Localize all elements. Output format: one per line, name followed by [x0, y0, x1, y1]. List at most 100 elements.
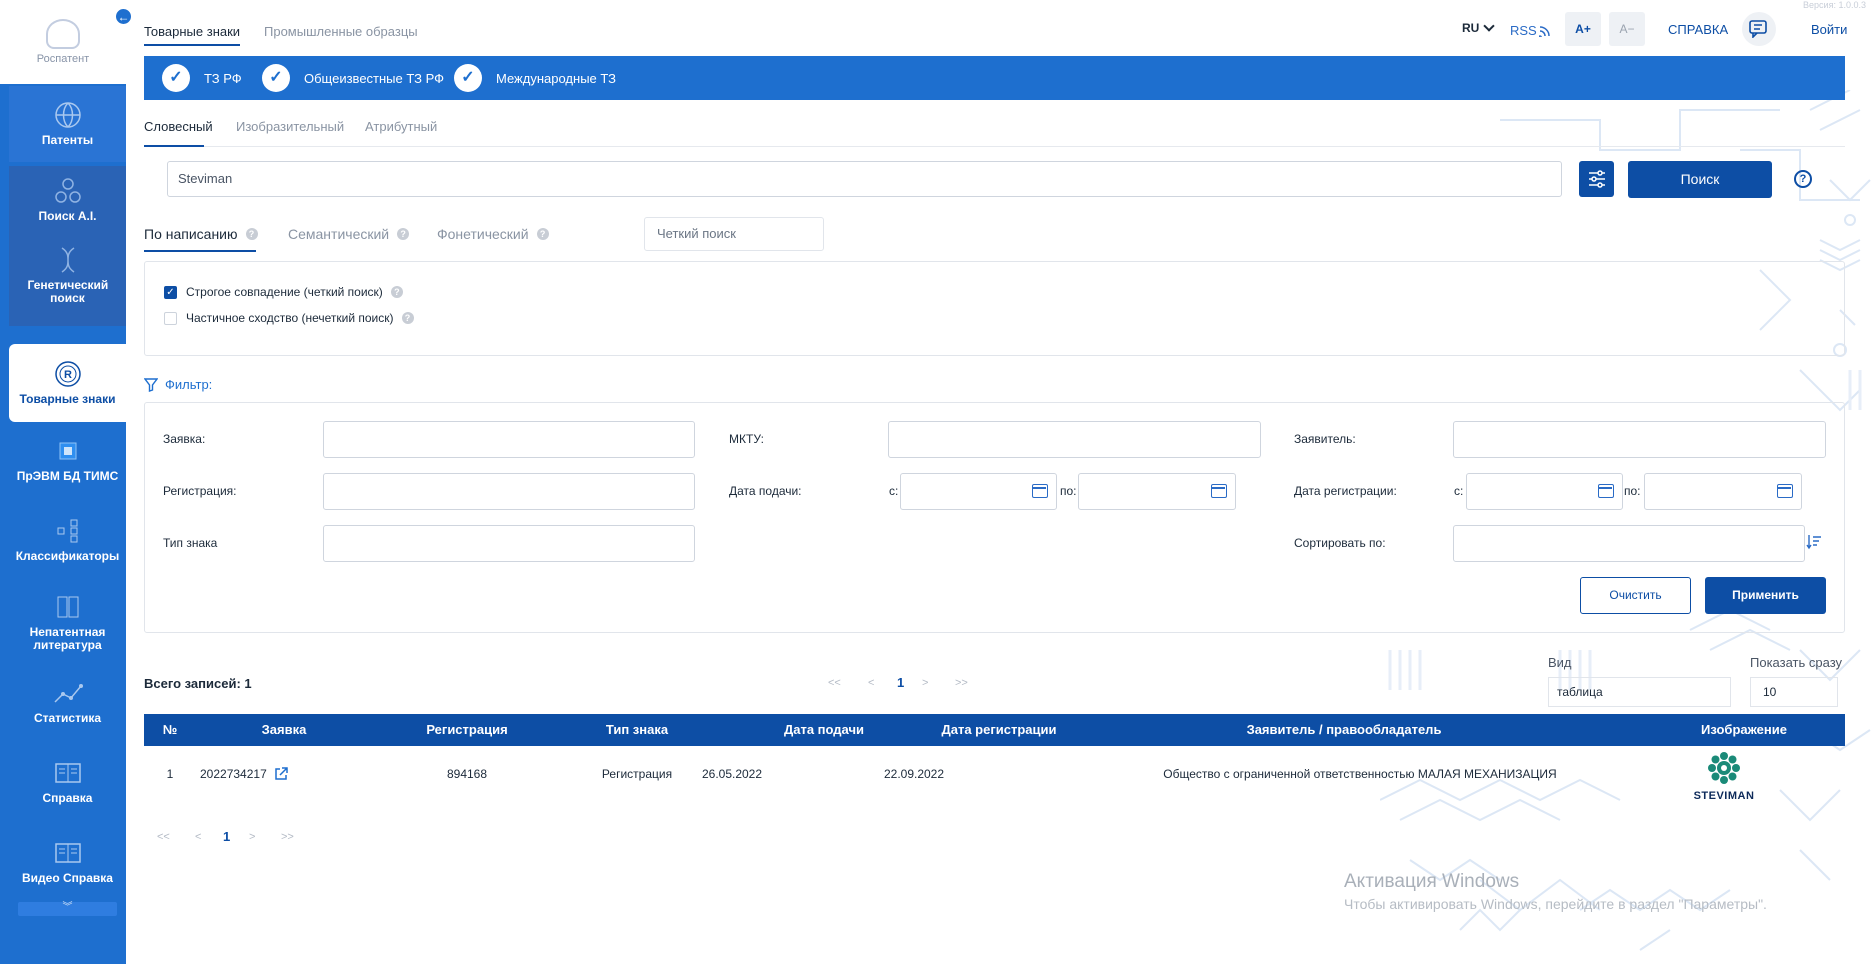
- label-sort-by: Сортировать по:: [1294, 536, 1386, 550]
- pager-current[interactable]: 1: [897, 675, 904, 690]
- col-owner[interactable]: Заявитель / правообладатель: [1194, 714, 1494, 746]
- calendar-icon[interactable]: [1777, 484, 1793, 498]
- cell-application[interactable]: 2022734217: [200, 767, 288, 781]
- db-tab-international[interactable]: ✓ Международные ТЗ: [454, 64, 616, 92]
- sidebar-item-label: Патенты: [41, 132, 94, 147]
- tab-verbal[interactable]: Словесный: [144, 119, 213, 134]
- info-icon[interactable]: ?: [536, 228, 549, 240]
- tab-industrial-designs[interactable]: Промышленные образцы: [264, 24, 418, 39]
- sidebar-item-label: ПрЭВМ БД ТИМС: [16, 469, 119, 483]
- sidebar-item-classifiers[interactable]: Классификаторы: [9, 518, 126, 574]
- tab-trademarks[interactable]: Товарные знаки: [144, 24, 241, 46]
- active-tab-underline: [144, 145, 204, 147]
- feedback-button[interactable]: [1742, 12, 1776, 46]
- col-reg-date[interactable]: Дата регистрации: [904, 714, 1094, 746]
- sidebar-item-genetic-search[interactable]: Генетический поиск: [28, 279, 109, 305]
- font-decrease-button[interactable]: A−: [1609, 12, 1645, 46]
- option-partial-match[interactable]: Частичное сходство (нечеткий поиск) ?: [164, 311, 414, 325]
- mark-type-select[interactable]: [323, 525, 695, 562]
- reg-date-from-input[interactable]: [1466, 473, 1623, 510]
- info-icon[interactable]: ?: [401, 312, 414, 324]
- tab-attribute[interactable]: Атрибутный: [365, 119, 437, 134]
- calendar-icon[interactable]: [1211, 484, 1227, 498]
- help-question-icon[interactable]: ?: [1794, 170, 1812, 188]
- page-size-select[interactable]: 10: [1750, 677, 1838, 707]
- filter-toggle[interactable]: Фильтр:: [144, 377, 212, 392]
- help-link[interactable]: СПРАВКА: [1668, 22, 1728, 37]
- filing-date-to-input[interactable]: [1078, 473, 1236, 510]
- col-mark-type[interactable]: Тип знака: [544, 714, 730, 746]
- clear-button[interactable]: Очистить: [1580, 577, 1691, 614]
- info-icon[interactable]: ?: [390, 286, 403, 298]
- sidebar-item-non-patent-lit[interactable]: Непатентная литература: [9, 594, 126, 654]
- pager-last[interactable]: >>: [281, 831, 294, 843]
- sidebar-item-patents[interactable]: Патенты: [9, 86, 126, 162]
- language-select[interactable]: RU: [1462, 20, 1496, 35]
- db-tab-label: Общеизвестные ТЗ РФ: [304, 70, 445, 86]
- sidebar-item-video-help[interactable]: Видео Справка: [9, 840, 126, 890]
- registration-input[interactable]: [323, 473, 695, 510]
- mode-semantic[interactable]: Семантический?: [288, 226, 410, 242]
- pager-prev[interactable]: <: [868, 677, 874, 689]
- tab-figurative[interactable]: Изобразительный: [236, 119, 344, 134]
- pager-next[interactable]: >: [922, 677, 928, 689]
- collapse-sidebar-icon[interactable]: ←: [115, 8, 132, 25]
- sidebar-scroll-down[interactable]: ︾: [18, 902, 117, 916]
- search-button[interactable]: Поиск: [1628, 161, 1772, 198]
- col-application[interactable]: Заявка: [234, 714, 334, 746]
- info-icon[interactable]: ?: [397, 228, 410, 240]
- pager-first[interactable]: <<: [157, 831, 170, 843]
- advanced-settings-button[interactable]: [1579, 161, 1614, 197]
- application-number[interactable]: 2022734217: [200, 767, 267, 781]
- cell-reg-date: 22.09.2022: [883, 767, 945, 781]
- checkbox-unchecked[interactable]: [164, 311, 177, 325]
- option-strict-match[interactable]: ✓ Строгое совпадение (четкий поиск) ?: [164, 285, 403, 299]
- exact-search-input[interactable]: Четкий поиск: [644, 217, 824, 251]
- info-icon[interactable]: ?: [245, 228, 258, 240]
- col-registration[interactable]: Регистрация: [392, 714, 542, 746]
- pager-prev[interactable]: <: [195, 831, 201, 843]
- external-link-icon[interactable]: [274, 767, 288, 781]
- pager-next[interactable]: >: [249, 831, 255, 843]
- view-label: Вид: [1548, 655, 1572, 670]
- sidebar-item-ai-search[interactable]: Поиск A.I.: [38, 210, 96, 223]
- db-tab-well-known[interactable]: ✓ Общеизвестные ТЗ РФ: [262, 64, 444, 92]
- sidebar-item-label: Непатентная литература: [29, 625, 106, 652]
- view-select[interactable]: таблица: [1548, 677, 1731, 707]
- sidebar-item-statistics[interactable]: Статистика: [9, 680, 126, 736]
- sort-order-icon[interactable]: [1806, 534, 1822, 550]
- checkbox-checked[interactable]: ✓: [164, 285, 177, 299]
- sort-by-select[interactable]: [1453, 525, 1805, 562]
- pager-current[interactable]: 1: [223, 829, 230, 844]
- mode-phonetic[interactable]: Фонетический?: [437, 226, 549, 242]
- label-to: по:: [1624, 484, 1641, 498]
- font-increase-button[interactable]: A+: [1565, 12, 1601, 46]
- option-label: Строгое совпадение (четкий поиск): [186, 285, 383, 299]
- pager-last[interactable]: >>: [955, 677, 968, 689]
- cell-registration: 894168: [446, 767, 488, 781]
- db-tab-tz-rf[interactable]: ✓ ТЗ РФ: [162, 64, 242, 92]
- rss-label: RSS: [1510, 23, 1537, 38]
- search-input[interactable]: Steviman: [167, 161, 1562, 197]
- registered-mark-icon: R: [53, 360, 83, 387]
- application-input[interactable]: [323, 421, 695, 458]
- reg-date-to-input[interactable]: [1644, 473, 1802, 510]
- pager-first[interactable]: <<: [828, 677, 841, 689]
- col-filing-date[interactable]: Дата подачи: [756, 714, 892, 746]
- applicant-input[interactable]: [1453, 421, 1826, 458]
- calendar-icon[interactable]: [1598, 484, 1614, 498]
- sidebar-item-trademarks[interactable]: R Товарные знаки: [9, 344, 126, 422]
- trademark-image[interactable]: STEVIMAN: [1690, 751, 1758, 802]
- label-to: по:: [1060, 484, 1077, 498]
- sidebar-item-prevm[interactable]: ПрЭВМ БД ТИМС: [9, 438, 126, 494]
- mode-by-spelling[interactable]: По написанию?: [144, 226, 258, 242]
- filing-date-from-input[interactable]: [900, 473, 1057, 510]
- rss-link[interactable]: RSS: [1510, 23, 1551, 38]
- sidebar-item-help[interactable]: Справка: [9, 760, 126, 810]
- rospatent-logo[interactable]: Роспатент: [0, 0, 126, 84]
- calendar-icon[interactable]: [1032, 484, 1048, 498]
- apply-button[interactable]: Применить: [1705, 577, 1826, 614]
- rss-icon: [1538, 25, 1550, 37]
- login-link[interactable]: Войти: [1811, 22, 1847, 37]
- mktu-input[interactable]: [888, 421, 1261, 458]
